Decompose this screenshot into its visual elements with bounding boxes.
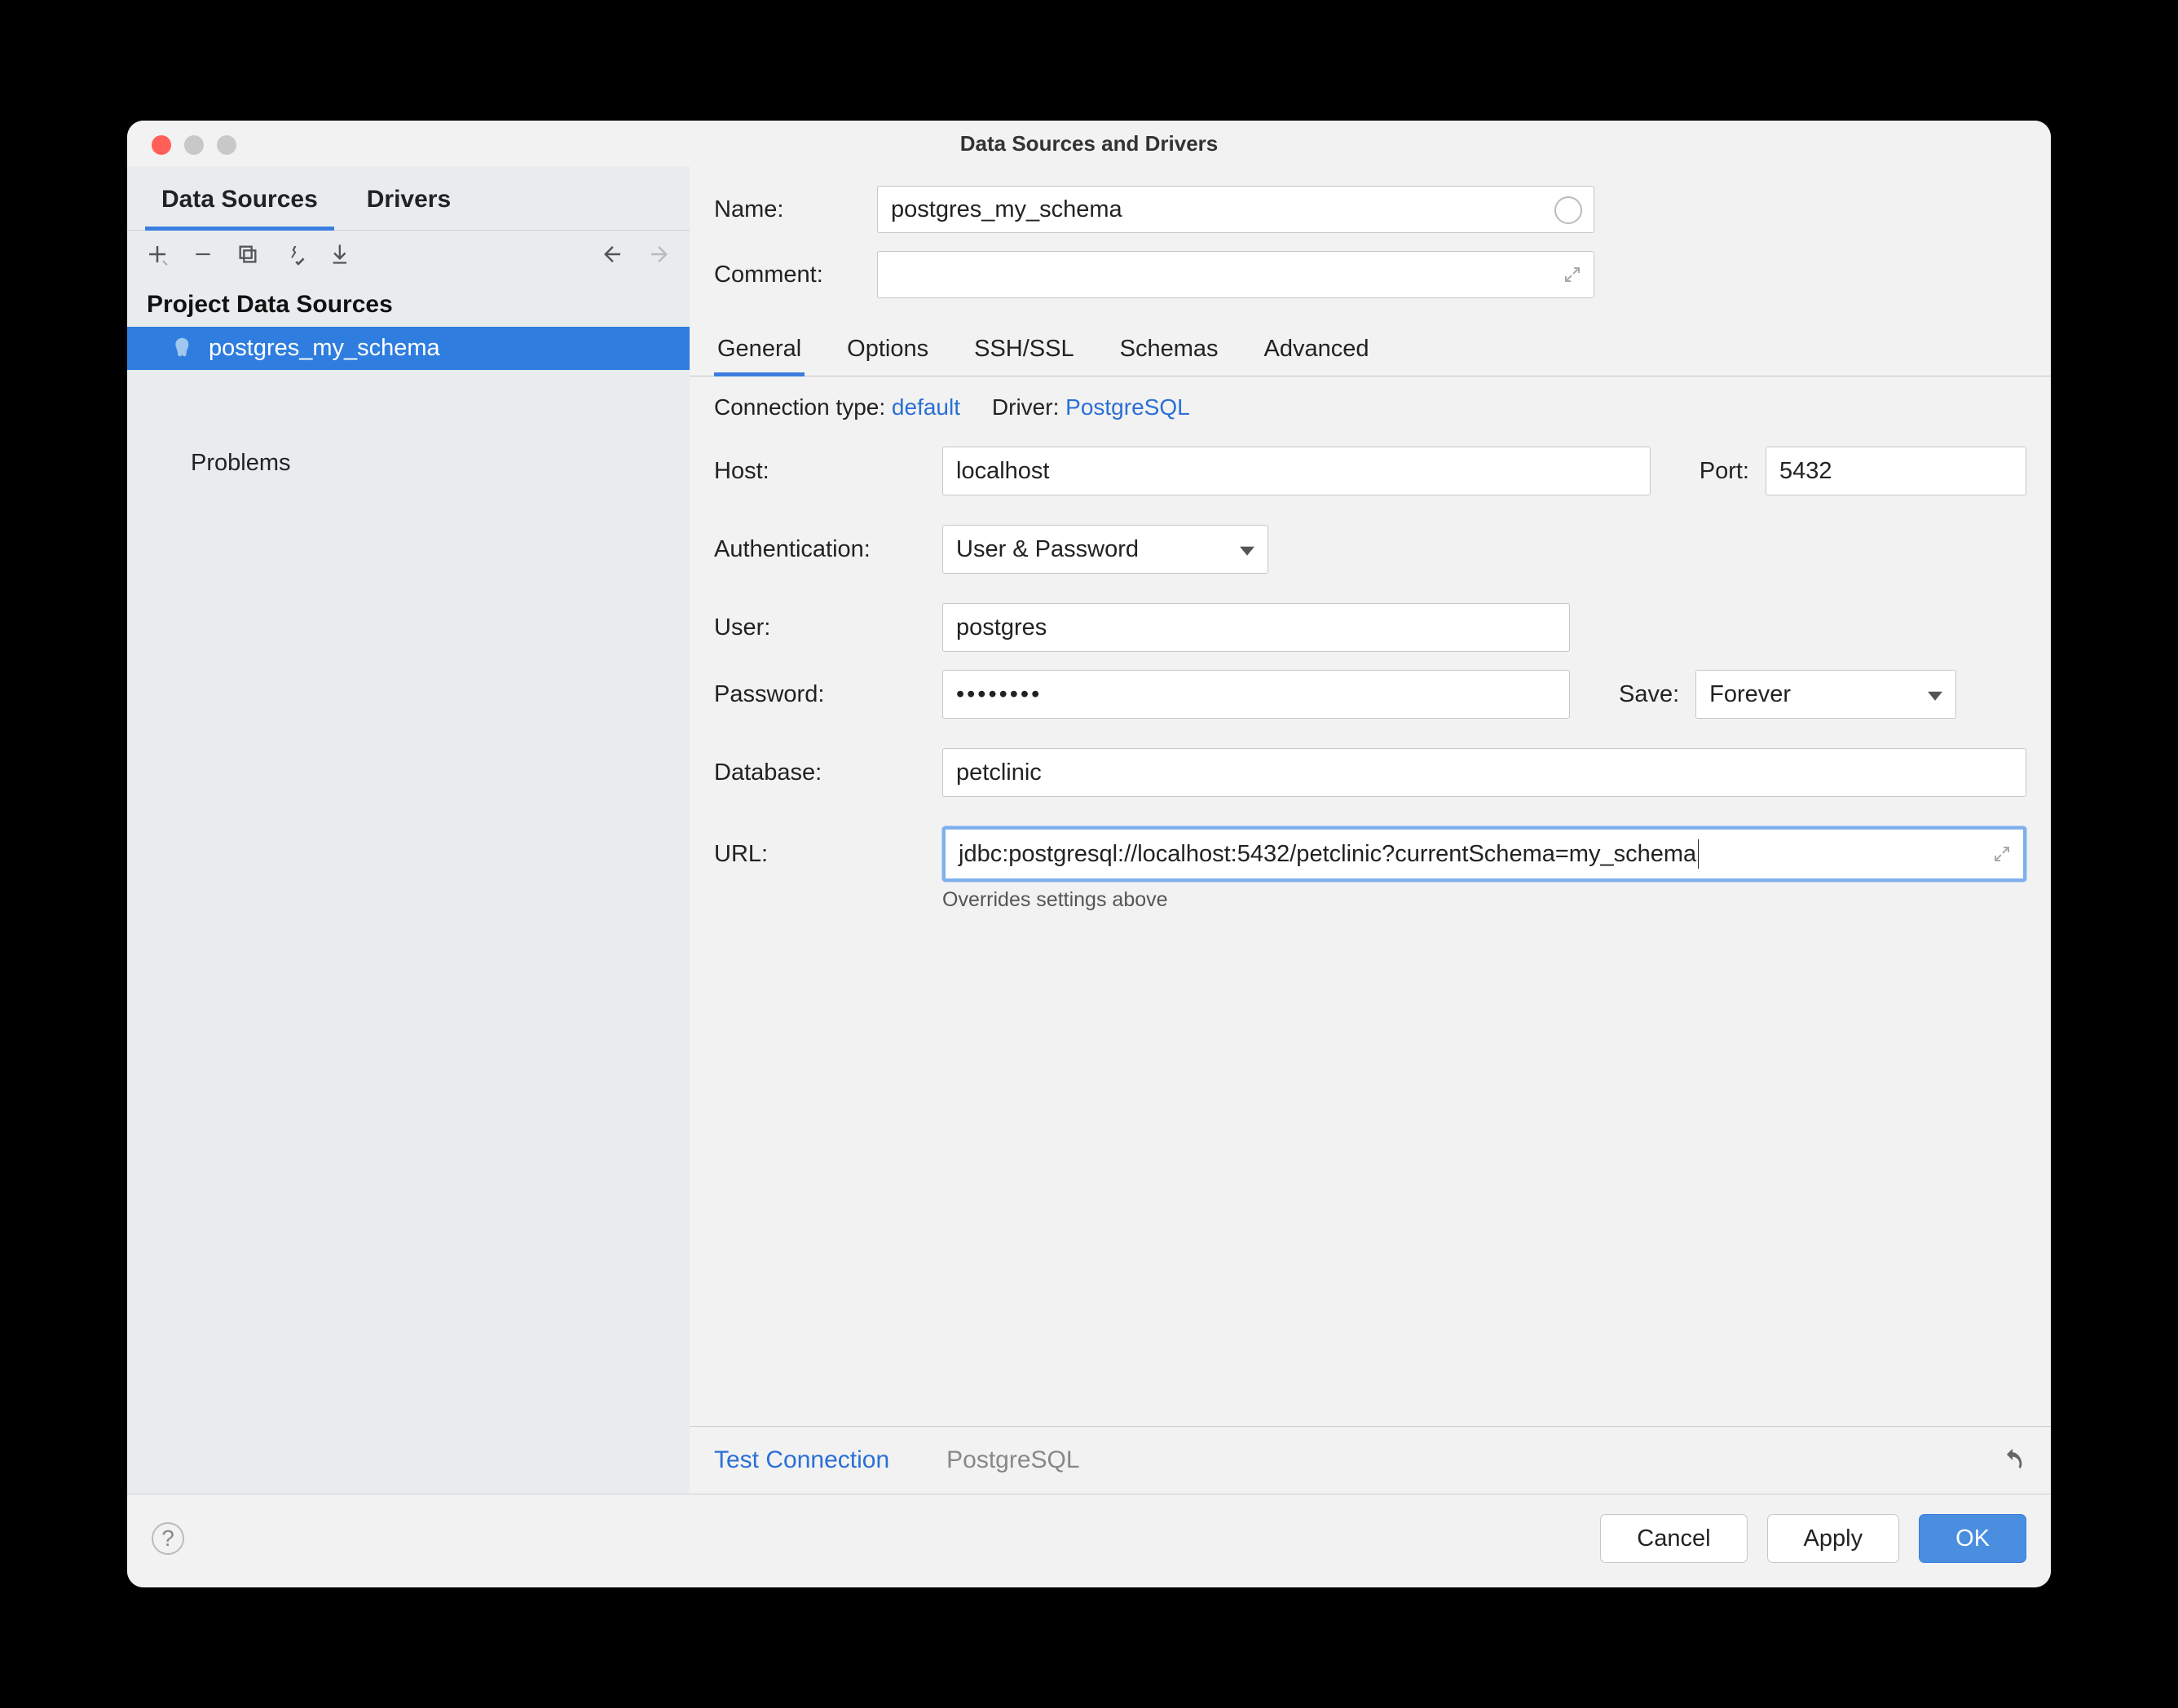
data-source-label: postgres_my_schema	[209, 335, 440, 362]
help-button[interactable]: ?	[152, 1522, 184, 1555]
dialog-window: Data Sources and Drivers Data Sources Dr…	[127, 121, 2051, 1587]
sidebar-tabs: Data Sources Drivers	[127, 166, 690, 231]
auth-label: Authentication:	[714, 536, 942, 563]
database-label: Database:	[714, 759, 942, 786]
user-input[interactable]	[942, 603, 1570, 652]
close-window-button[interactable]	[152, 135, 171, 155]
dialog-body: Data Sources Drivers	[127, 166, 2051, 1494]
connection-type-link[interactable]: default	[892, 394, 960, 420]
connection-form: Host: Port: Authentication: User & Passw…	[690, 438, 2051, 936]
expand-icon[interactable]	[1992, 844, 2012, 864]
project-data-sources-heading: Project Data Sources	[127, 278, 690, 327]
undo-icon[interactable]	[1999, 1446, 2026, 1474]
minimize-window-button[interactable]	[184, 135, 204, 155]
sidebar-toolbar	[127, 231, 690, 278]
tab-drivers[interactable]: Drivers	[342, 166, 475, 230]
comment-label: Comment:	[714, 262, 877, 288]
test-bar: Test Connection PostgreSQL	[690, 1426, 2051, 1494]
save-label: Save:	[1619, 681, 1679, 708]
apply-button[interactable]: Apply	[1767, 1514, 1900, 1563]
maximize-window-button[interactable]	[217, 135, 236, 155]
comment-field[interactable]	[877, 251, 1594, 298]
user-label: User:	[714, 614, 942, 641]
save-select[interactable]: Forever	[1695, 670, 1956, 719]
data-source-item[interactable]: postgres_my_schema	[127, 327, 690, 370]
host-input[interactable]	[942, 447, 1651, 495]
password-input[interactable]	[942, 670, 1570, 719]
sidebar: Data Sources Drivers	[127, 166, 690, 1494]
tab-general[interactable]: General	[714, 324, 805, 376]
sidebar-item-problems[interactable]: Problems	[127, 435, 690, 485]
settings-icon[interactable]	[282, 242, 306, 266]
titlebar: Data Sources and Drivers	[127, 121, 2051, 166]
tab-advanced[interactable]: Advanced	[1261, 324, 1373, 376]
port-input[interactable]	[1766, 447, 2026, 495]
back-icon[interactable]	[600, 242, 624, 266]
url-input[interactable]: jdbc:postgresql://localhost:5432/petclin…	[942, 826, 2026, 882]
copy-icon[interactable]	[236, 243, 259, 266]
window-title: Data Sources and Drivers	[960, 131, 1218, 156]
forward-icon	[647, 242, 672, 266]
tab-schemas[interactable]: Schemas	[1117, 324, 1222, 376]
cancel-button[interactable]: Cancel	[1600, 1514, 1747, 1563]
connection-info: Connection type: default Driver: Postgre…	[690, 376, 2051, 438]
url-hint: Overrides settings above	[714, 882, 2026, 912]
test-connection-link[interactable]: Test Connection	[714, 1446, 889, 1474]
main-panel: Name: postgres_my_schema Comment:	[690, 166, 2051, 1494]
color-indicator[interactable]	[1554, 196, 1582, 224]
import-icon[interactable]	[329, 243, 352, 266]
driver-link[interactable]: PostgreSQL	[1065, 394, 1190, 420]
remove-icon[interactable]	[192, 244, 214, 265]
driver-name: PostgreSQL	[946, 1446, 1079, 1474]
port-label: Port:	[1700, 458, 1749, 485]
auth-select[interactable]: User & Password	[942, 525, 1268, 574]
ok-button[interactable]: OK	[1919, 1514, 2026, 1563]
host-label: Host:	[714, 458, 942, 485]
dialog-footer: ? Cancel Apply OK	[127, 1494, 2051, 1587]
problems-label: Problems	[191, 450, 291, 477]
url-label: URL:	[714, 841, 942, 868]
add-icon[interactable]	[145, 242, 170, 266]
name-field[interactable]: postgres_my_schema	[877, 186, 1594, 233]
password-label: Password:	[714, 681, 942, 708]
tab-options[interactable]: Options	[844, 324, 932, 376]
window-controls	[152, 135, 236, 155]
database-input[interactable]	[942, 748, 2026, 797]
tab-data-sources[interactable]: Data Sources	[137, 166, 342, 230]
postgres-icon	[168, 336, 194, 362]
expand-icon[interactable]	[1563, 265, 1582, 284]
main-tabs: General Options SSH/SSL Schemas Advanced	[690, 316, 2051, 376]
name-label: Name:	[714, 196, 877, 223]
tab-ssh-ssl[interactable]: SSH/SSL	[971, 324, 1078, 376]
